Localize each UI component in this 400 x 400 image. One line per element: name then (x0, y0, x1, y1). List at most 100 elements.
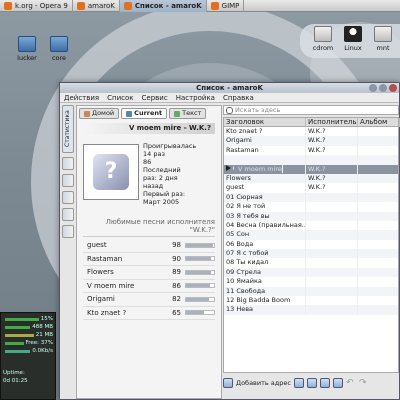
favorite-title: Flowers (87, 268, 114, 277)
menu-help[interactable]: Справка (223, 94, 254, 102)
playlist-row[interactable]: Flowers W.K.? (224, 173, 398, 184)
playlist-row[interactable]: 08 Ты кидал (224, 258, 398, 268)
cell-album (358, 240, 398, 249)
playlist-row[interactable] (224, 155, 398, 165)
monitor-row: 488 MB (3, 323, 53, 331)
app-icon (4, 2, 12, 10)
tab-current[interactable]: Current (121, 108, 168, 119)
album-cover[interactable]: ? (83, 144, 139, 200)
add-url-icon[interactable] (223, 378, 233, 388)
favorite-track[interactable]: Origami 82 (83, 293, 215, 307)
folder-icon (50, 36, 68, 52)
playlist-row[interactable]: 13 Нева (224, 305, 398, 315)
favorite-score: 65 (172, 308, 181, 317)
playlist-row[interactable]: 12 Big Badda Boom (224, 296, 398, 306)
column-album[interactable]: Альбом (358, 118, 400, 127)
cell-album (358, 136, 398, 145)
playlists-tab-icon[interactable] (62, 174, 74, 187)
monitor-row: 0.0Kb/s (3, 347, 53, 355)
tab-statistics[interactable]: Статистика (62, 105, 74, 153)
favorites-list: guest 98 Rastaman 90 Flowers 89 V moem mire 86 O… (77, 239, 221, 320)
tab-lyrics[interactable]: Текст (169, 108, 207, 119)
favorite-track[interactable]: Rastaman 90 (83, 253, 215, 266)
collection-tab-icon[interactable] (62, 157, 74, 170)
favorite-track[interactable]: V moem mire 86 (83, 280, 215, 293)
cell-artist (306, 202, 358, 212)
files-tab-icon[interactable] (62, 208, 74, 221)
playlist-search-input[interactable]: Искать здесь (223, 105, 399, 115)
cell-album (358, 277, 398, 286)
cell-title: 06 Вода (224, 239, 306, 250)
desktop-icon-core[interactable]: core (42, 36, 76, 62)
playlist-row[interactable]: guest W.K.? (224, 183, 398, 193)
system-monitor: 15% 488 MB 21 MB Free: 37% 0.0Kb/s Uptim… (0, 312, 56, 400)
favorite-track[interactable]: Flowers 89 (83, 266, 215, 280)
minimize-button[interactable] (369, 84, 377, 92)
cell-artist (306, 230, 358, 240)
save-playlist-icon[interactable] (293, 378, 304, 388)
cell-album (358, 127, 398, 136)
playlist-row[interactable]: 06 Вода (224, 239, 398, 250)
network-bar (5, 349, 31, 353)
cell-artist (306, 258, 358, 268)
cell-title: 02 Я не той (224, 202, 306, 212)
cell-artist (306, 155, 358, 165)
playlist-row[interactable]: 05 Сон (224, 230, 398, 240)
score-bar (185, 310, 215, 316)
swap-bar (5, 333, 34, 337)
playlist-row[interactable]: 03 Я тебя вы (224, 211, 398, 221)
playlist-row[interactable]: 09 Стрела (224, 267, 398, 278)
playlist-row-playing[interactable]: V moem mire W.K.? (224, 164, 398, 174)
playlist-row[interactable]: Origami W.K.? (224, 136, 398, 146)
playlist-row[interactable]: 10 Ямайка (224, 277, 398, 287)
desktop-icon-cdrom[interactable]: cdrom (306, 26, 340, 52)
cell-artist: W.K.? (306, 127, 358, 137)
favorite-track[interactable]: guest 98 (83, 239, 215, 253)
playlist-row[interactable]: 07 Я с тобой (224, 249, 398, 259)
column-title[interactable]: Заголовок (224, 118, 306, 127)
tux-icon (344, 26, 362, 42)
playlist-row[interactable]: 01 Сюрная (224, 192, 398, 203)
search-tab-icon[interactable] (62, 225, 74, 238)
menu-tools[interactable]: Сервис (142, 94, 168, 102)
playlist-row[interactable]: 11 Свобода (224, 286, 398, 297)
cell-title: 01 Сюрная (224, 192, 306, 203)
playlist-row[interactable]: 04 Весна (правильная... (224, 220, 398, 231)
cdrom-icon (314, 26, 332, 42)
playlist-row[interactable]: 02 Я не той (224, 202, 398, 212)
taskbar-item[interactable]: GIMP (207, 0, 245, 12)
taskbar-item[interactable]: k.org - Opera 9 (0, 0, 73, 12)
taskbar-item[interactable]: amaroK (73, 0, 120, 12)
playlist-row[interactable]: Kto znaet ? W.K.? (224, 127, 398, 137)
media-device-tab-icon[interactable] (62, 191, 74, 204)
cell-title: 12 Big Badda Boom (224, 296, 306, 306)
desktop-icon-lucker[interactable]: lucker (10, 36, 44, 62)
shuffle-icon[interactable] (319, 378, 330, 388)
favorite-track[interactable]: Kto znaet ? 65 (83, 307, 215, 320)
undo-icon[interactable]: ↶ (346, 378, 356, 388)
playlist-row[interactable]: Rastaman W.K.? (224, 145, 398, 156)
maximize-button[interactable] (379, 84, 387, 92)
tab-home[interactable]: Домой (79, 108, 120, 119)
menu-playlist[interactable]: Список (107, 94, 133, 102)
playlist-panel: Искать здесь Заголовок Исполнитель Альбо… (223, 105, 400, 399)
close-button[interactable] (389, 84, 397, 92)
desktop-icon-mnt[interactable]: mnt (366, 26, 400, 52)
score-bar-fill (186, 257, 212, 261)
sidebar-tabs: Статистика (62, 105, 74, 339)
column-artist[interactable]: Исполнитель (306, 118, 358, 127)
cell-album (358, 165, 398, 174)
menu-settings[interactable]: Настройка (176, 94, 215, 102)
monitor-row: 0d 01:25 (3, 378, 28, 384)
context-browser: Домой Current Текст V moem mire - W.K.? … (76, 105, 222, 399)
cell-album (358, 212, 398, 221)
queue-icon[interactable] (332, 378, 343, 388)
desktop-icon-linux[interactable]: Linux (336, 26, 370, 52)
add-url-button[interactable]: Добавить адрес (236, 379, 291, 387)
redo-icon[interactable]: ↷ (359, 378, 369, 388)
menu-actions[interactable]: Действия (64, 94, 99, 102)
amarok-window: Список - amaroK Действия Список Сервис Н… (59, 82, 400, 400)
clear-playlist-icon[interactable] (306, 378, 317, 388)
window-titlebar[interactable]: Список - amaroK (60, 83, 399, 93)
taskbar-item[interactable]: Список - amaroK (119, 0, 207, 12)
